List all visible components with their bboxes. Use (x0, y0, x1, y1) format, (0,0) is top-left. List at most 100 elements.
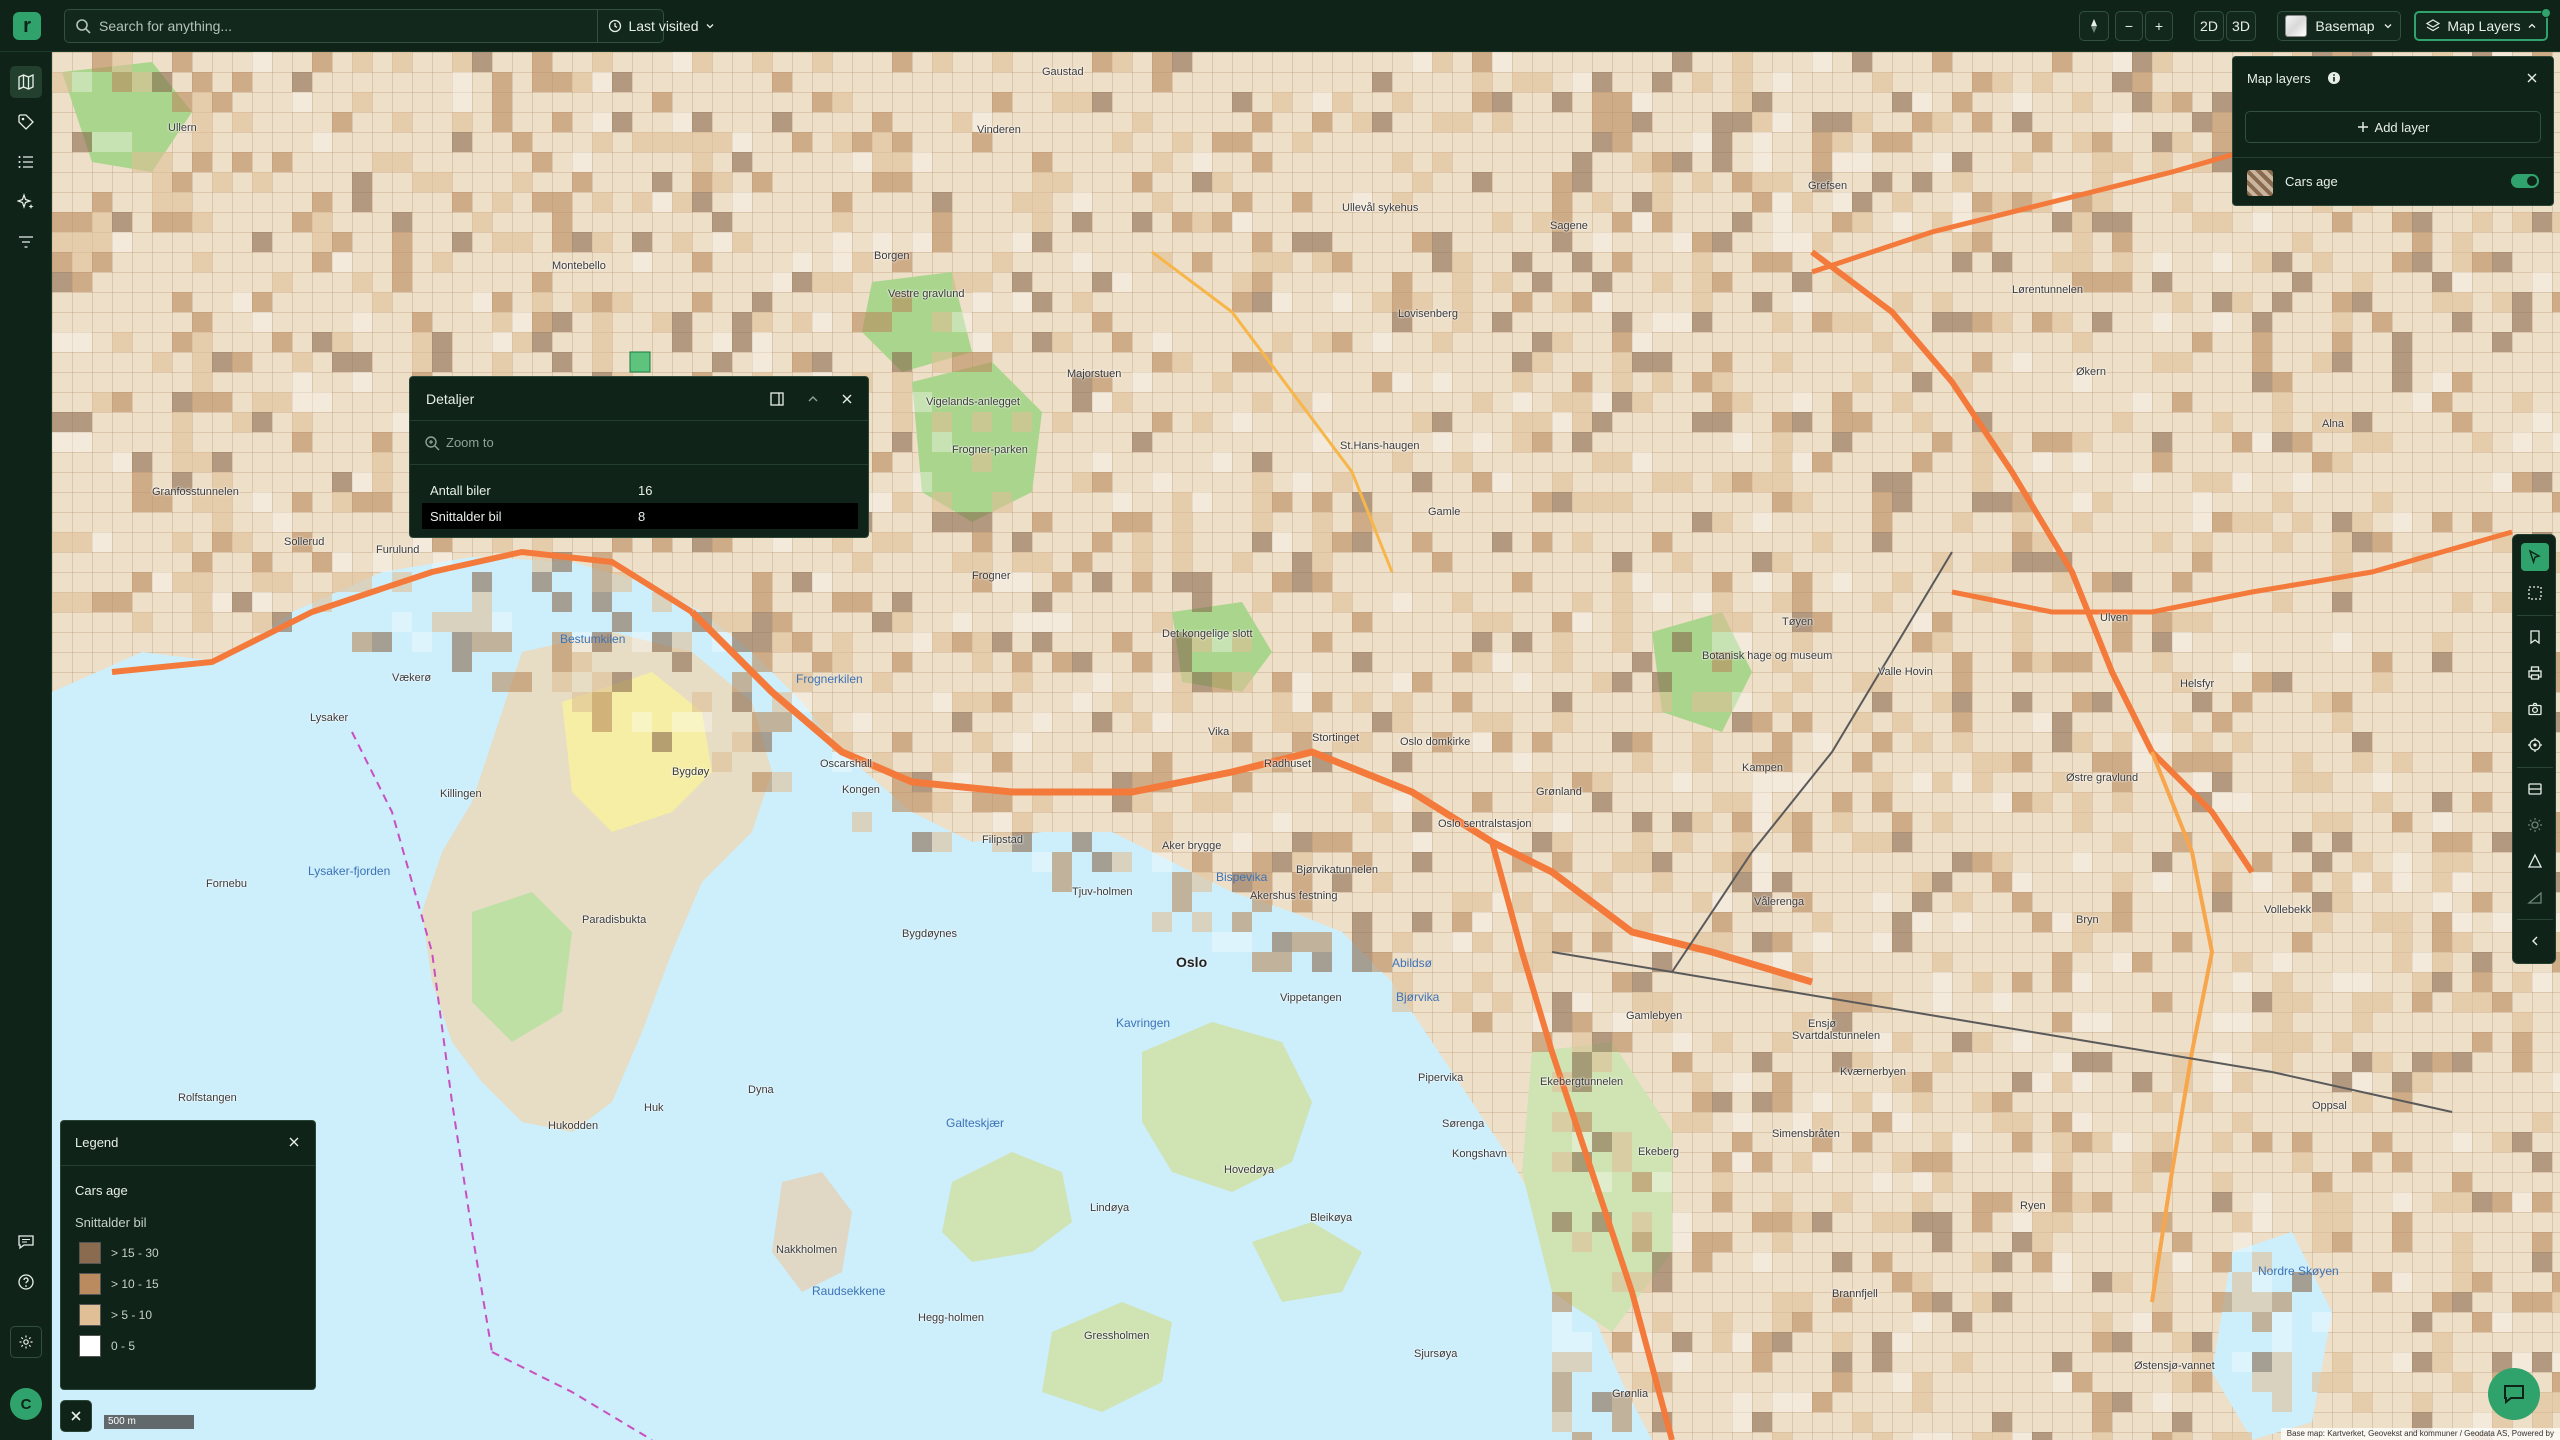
grid-cell[interactable] (2392, 352, 2412, 372)
grid-cell[interactable] (2172, 572, 2192, 592)
grid-cell[interactable] (1332, 532, 1352, 552)
grid-cell[interactable] (1932, 432, 1952, 452)
grid-cell[interactable] (2272, 1392, 2292, 1412)
grid-cell[interactable] (472, 592, 492, 612)
grid-cell[interactable] (1952, 892, 1972, 912)
grid-cell[interactable] (1932, 1152, 1952, 1172)
grid-cell[interactable] (1892, 1332, 1912, 1352)
grid-cell[interactable] (2192, 112, 2212, 132)
grid-cell[interactable] (1112, 692, 1132, 712)
grid-cell[interactable] (1892, 392, 1912, 412)
grid-cell[interactable] (1972, 1432, 1992, 1440)
grid-cell[interactable] (2452, 872, 2472, 892)
grid-cell[interactable] (2372, 772, 2392, 792)
grid-cell[interactable] (692, 692, 712, 712)
grid-cell[interactable] (1292, 712, 1312, 732)
grid-cell[interactable] (1732, 172, 1752, 192)
grid-cell[interactable] (1652, 1312, 1672, 1332)
grid-cell[interactable] (2032, 432, 2052, 452)
grid-cell[interactable] (1032, 632, 1052, 652)
grid-cell[interactable] (712, 352, 732, 372)
grid-cell[interactable] (1952, 692, 1972, 712)
grid-cell[interactable] (1592, 292, 1612, 312)
grid-cell[interactable] (2032, 652, 2052, 672)
grid-cell[interactable] (2292, 772, 2312, 792)
grid-cell[interactable] (1752, 1332, 1772, 1352)
grid-cell[interactable] (2092, 132, 2112, 152)
grid-cell[interactable] (1792, 292, 1812, 312)
grid-cell[interactable] (52, 592, 72, 612)
grid-cell[interactable] (2532, 412, 2552, 432)
grid-cell[interactable] (2332, 552, 2352, 572)
grid-cell[interactable] (1652, 372, 1672, 392)
grid-cell[interactable] (1012, 292, 1032, 312)
grid-cell[interactable] (1752, 192, 1772, 212)
grid-cell[interactable] (1892, 832, 1912, 852)
grid-cell[interactable] (1912, 412, 1932, 432)
grid-cell[interactable] (1592, 112, 1612, 132)
grid-cell[interactable] (1472, 732, 1492, 752)
grid-cell[interactable] (1452, 112, 1472, 132)
grid-cell[interactable] (1632, 812, 1652, 832)
grid-cell[interactable] (2112, 232, 2132, 252)
grid-cell[interactable] (2392, 852, 2412, 872)
grid-cell[interactable] (1592, 1052, 1612, 1072)
grid-cell[interactable] (872, 112, 892, 132)
grid-cell[interactable] (1352, 912, 1372, 932)
grid-cell[interactable] (1592, 412, 1612, 432)
grid-cell[interactable] (2352, 1392, 2372, 1412)
grid-cell[interactable] (292, 492, 312, 512)
grid-cell[interactable] (1712, 1332, 1732, 1352)
grid-cell[interactable] (2072, 252, 2092, 272)
grid-cell[interactable] (232, 532, 252, 552)
grid-cell[interactable] (372, 152, 392, 172)
grid-cell[interactable] (1632, 212, 1652, 232)
grid-cell[interactable] (2052, 952, 2072, 972)
grid-cell[interactable] (1052, 92, 1072, 112)
grid-cell[interactable] (892, 492, 912, 512)
grid-cell[interactable] (1632, 452, 1652, 472)
grid-cell[interactable] (152, 172, 172, 192)
grid-cell[interactable] (2432, 272, 2452, 292)
grid-cell[interactable] (1652, 852, 1672, 872)
grid-cell[interactable] (212, 532, 232, 552)
grid-cell[interactable] (2072, 512, 2092, 532)
grid-cell[interactable] (1572, 432, 1592, 452)
grid-cell[interactable] (1912, 92, 1932, 112)
grid-cell[interactable] (1052, 872, 1072, 892)
grid-cell[interactable] (1072, 192, 1092, 212)
grid-cell[interactable] (1052, 572, 1072, 592)
grid-cell[interactable] (1172, 132, 1192, 152)
grid-cell[interactable] (1552, 632, 1572, 652)
grid-cell[interactable] (372, 472, 392, 492)
grid-cell[interactable] (1932, 52, 1952, 72)
grid-cell[interactable] (812, 92, 832, 112)
grid-cell[interactable] (232, 152, 252, 172)
grid-cell[interactable] (1752, 1412, 1772, 1432)
grid-cell[interactable] (2392, 512, 2412, 532)
grid-cell[interactable] (1192, 252, 1212, 272)
grid-cell[interactable] (592, 132, 612, 152)
grid-cell[interactable] (2512, 1012, 2532, 1032)
grid-cell[interactable] (1052, 172, 1072, 192)
grid-cell[interactable] (1612, 572, 1632, 592)
grid-cell[interactable] (592, 292, 612, 312)
grid-cell[interactable] (952, 692, 972, 712)
grid-cell[interactable] (92, 192, 112, 212)
grid-cell[interactable] (1252, 492, 1272, 512)
grid-cell[interactable] (1992, 492, 2012, 512)
grid-cell[interactable] (1892, 812, 1912, 832)
grid-cell[interactable] (2012, 1032, 2032, 1052)
grid-cell[interactable] (1672, 152, 1692, 172)
grid-cell[interactable] (1972, 1212, 1992, 1232)
grid-cell[interactable] (2532, 1232, 2552, 1252)
grid-cell[interactable] (812, 572, 832, 592)
grid-cell[interactable] (492, 72, 512, 92)
grid-cell[interactable] (1272, 572, 1292, 592)
grid-cell[interactable] (2252, 1312, 2272, 1332)
grid-cell[interactable] (732, 192, 752, 212)
grid-cell[interactable] (1312, 512, 1332, 532)
grid-cell[interactable] (1632, 1172, 1652, 1192)
grid-cell[interactable] (2432, 932, 2452, 952)
grid-cell[interactable] (752, 572, 772, 592)
